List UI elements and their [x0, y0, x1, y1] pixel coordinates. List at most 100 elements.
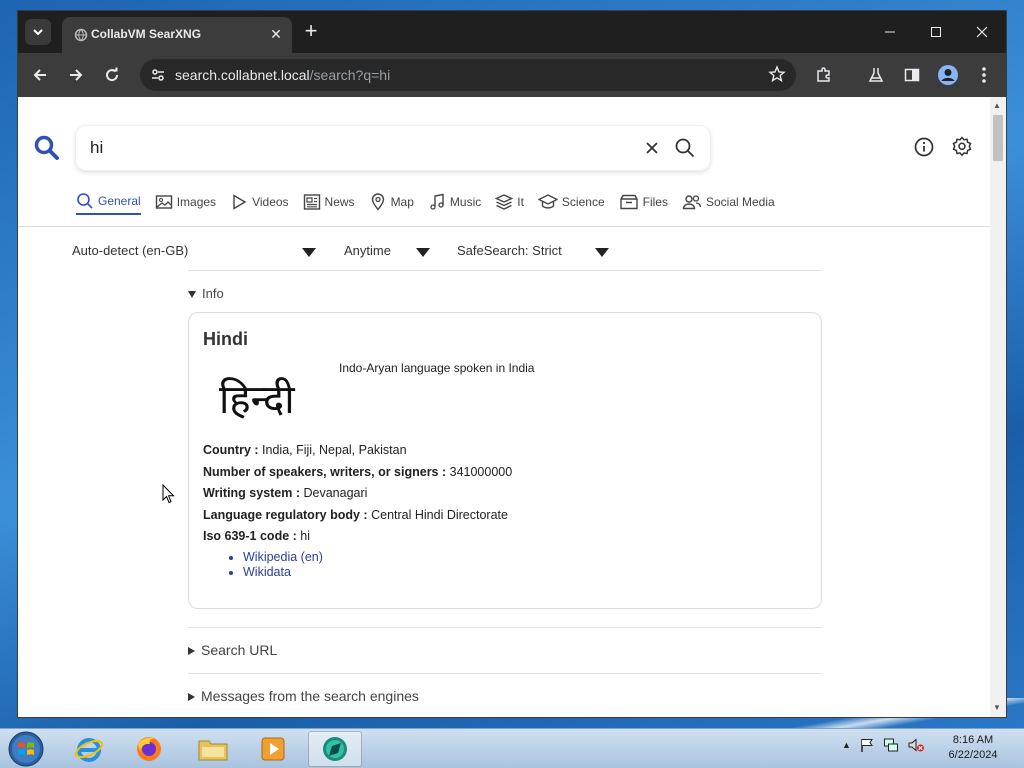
close-window-button[interactable] [960, 19, 1004, 45]
new-tab-button[interactable]: + [300, 20, 322, 43]
browser-window: CollabVM SearXNG ✕ + search.collabnet.lo… [17, 10, 1007, 718]
infobox-title: Hindi [203, 329, 248, 349]
chrome-taskbar-icon[interactable] [308, 731, 362, 767]
internet-explorer-taskbar-icon[interactable] [62, 731, 116, 767]
tab-science[interactable]: Science [537, 189, 605, 215]
attr-regulatory-body: Language regulatory body : Central Hindi… [203, 508, 512, 530]
attr-label: Iso 639-1 code : [203, 529, 297, 543]
wikidata-link[interactable]: Wikidata [243, 565, 323, 580]
show-hidden-icons-icon[interactable]: ▲ [842, 740, 851, 750]
close-tab-icon[interactable]: ✕ [267, 25, 285, 43]
safesearch-dropdown-icon[interactable] [595, 248, 609, 257]
page-scrollbar[interactable]: ▲ ▼ [990, 97, 1006, 717]
newspaper-icon [303, 194, 320, 210]
reload-button[interactable] [98, 61, 126, 89]
side-panel-button[interactable] [898, 61, 926, 89]
media-player-taskbar-icon[interactable] [246, 731, 300, 767]
search-url-label: Search URL [201, 642, 278, 658]
attr-writing-system: Writing system : Devanagari [203, 486, 512, 508]
avatar-icon [938, 65, 958, 85]
tab-videos[interactable]: Videos [230, 189, 289, 215]
start-button[interactable] [6, 730, 46, 768]
filter-divider [188, 270, 822, 271]
category-tabs: General Images Videos News Map Music It … [76, 189, 789, 217]
minimize-button[interactable] [868, 19, 912, 45]
search-icon [77, 193, 93, 209]
tab-it[interactable]: It [495, 189, 524, 215]
info-icon[interactable] [912, 135, 936, 159]
flask-icon [868, 68, 884, 82]
searxng-logo-icon[interactable] [34, 135, 60, 161]
tab-news[interactable]: News [303, 189, 355, 215]
profile-button[interactable] [934, 61, 962, 89]
scrollbar-thumb[interactable] [993, 115, 1003, 161]
maximize-icon [931, 27, 941, 37]
browser-toolbar: search.collabnet.local/search?q=hi [18, 53, 1006, 97]
tab-social-media[interactable]: Social Media [682, 189, 775, 215]
attr-country: Country : India, Fiji, Nepal, Pakistan [203, 443, 512, 465]
labs-button[interactable] [862, 61, 890, 89]
search-url-toggle[interactable]: Search URL [188, 642, 277, 658]
section-divider [188, 673, 822, 674]
system-tray: ▲ [842, 737, 925, 753]
wikipedia-link[interactable]: Wikipedia (en) [243, 550, 323, 565]
firefox-taskbar-icon[interactable] [122, 731, 176, 767]
action-center-flag-icon[interactable] [859, 737, 875, 753]
attr-value: hi [300, 529, 311, 543]
bookmark-star-icon[interactable] [768, 65, 786, 83]
volume-muted-icon[interactable] [907, 737, 925, 753]
site-settings-icon[interactable] [150, 67, 166, 83]
network-icon[interactable] [883, 737, 899, 753]
infobox-attributes: Country : India, Fiji, Nepal, Pakistan N… [203, 443, 512, 551]
taskbar-clock[interactable]: 8:16 AM 6/22/2024 [940, 733, 1006, 763]
attr-label: Writing system : [203, 486, 301, 500]
maximize-button[interactable] [914, 19, 958, 45]
info-toggle[interactable]: Info [188, 286, 224, 301]
scroll-up-arrow-icon[interactable]: ▲ [993, 101, 1001, 110]
tab-map-label: Map [390, 195, 414, 209]
tab-search-button[interactable] [25, 19, 51, 45]
time-dropdown-icon[interactable] [416, 248, 430, 257]
engine-messages-toggle[interactable]: Messages from the search engines [188, 688, 419, 704]
search-input[interactable] [90, 137, 610, 159]
attr-label: Language regulatory body : [203, 507, 368, 522]
language-dropdown-icon[interactable] [302, 248, 316, 257]
browser-tab[interactable]: CollabVM SearXNG ✕ [62, 17, 292, 53]
scroll-down-arrow-icon[interactable]: ▼ [993, 703, 1001, 712]
infobox-links: Wikipedia (en) Wikidata [243, 550, 323, 580]
close-icon [976, 26, 988, 38]
side-panel-icon [904, 68, 920, 82]
tab-images[interactable]: Images [155, 189, 216, 215]
file-explorer-taskbar-icon[interactable] [186, 731, 240, 767]
tab-title: CollabVM SearXNG [91, 27, 202, 41]
address-bar[interactable]: search.collabnet.local/search?q=hi [140, 59, 796, 91]
safesearch-filter[interactable]: SafeSearch: Strict [457, 243, 562, 258]
tab-files[interactable]: Files [619, 189, 668, 215]
infobox-image-text: हिन्दी [219, 377, 295, 423]
image-icon [155, 195, 172, 209]
back-button[interactable] [26, 61, 54, 89]
arrow-right-icon [70, 69, 83, 81]
browser-menu-button[interactable] [970, 61, 998, 89]
globe-icon [74, 28, 88, 42]
tab-images-label: Images [176, 195, 217, 209]
search-icon[interactable] [674, 137, 696, 159]
tab-general-label: General [98, 194, 141, 208]
clear-search-icon[interactable] [642, 138, 662, 158]
tab-map[interactable]: Map [369, 189, 414, 215]
extensions-button[interactable] [810, 61, 838, 89]
map-pin-icon [371, 193, 384, 211]
gear-icon[interactable] [950, 135, 974, 159]
expand-triangle-icon [188, 693, 195, 702]
forward-button[interactable] [62, 61, 90, 89]
attr-speakers: Number of speakers, writers, or signers … [203, 465, 512, 487]
language-filter[interactable]: Auto-detect (en-GB) [72, 243, 188, 258]
arrow-left-icon [33, 69, 46, 81]
tab-general[interactable]: General [76, 189, 141, 215]
attr-label: Number of speakers, writers, or signers … [203, 464, 447, 479]
more-vert-icon [982, 67, 986, 83]
attr-value: 341000000 [449, 464, 513, 479]
tab-videos-label: Videos [252, 195, 289, 209]
tab-music[interactable]: Music [428, 189, 481, 215]
time-filter[interactable]: Anytime [344, 243, 391, 258]
